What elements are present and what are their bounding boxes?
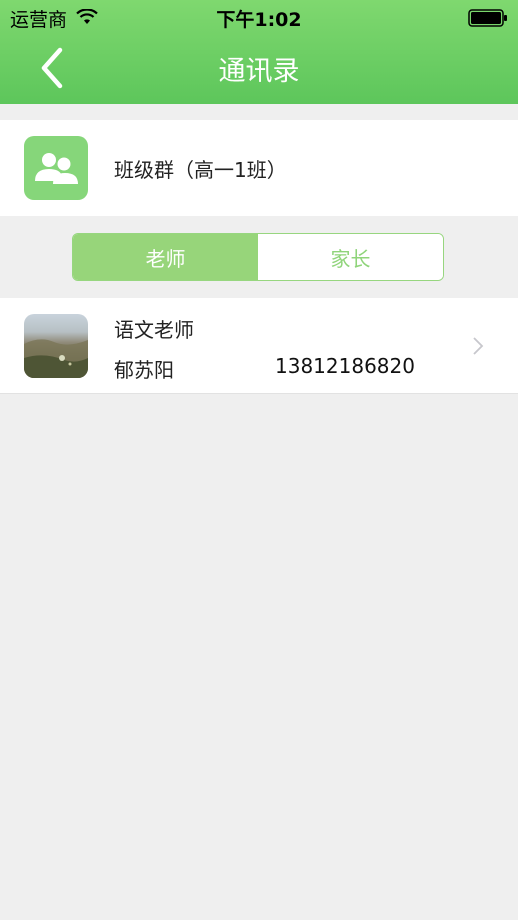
contact-row[interactable]: 语文老师 郁苏阳 13812186820 bbox=[0, 298, 518, 394]
chevron-right-icon bbox=[472, 336, 484, 360]
contact-name: 郁苏阳 bbox=[114, 358, 174, 382]
role-segmented-control: 老师 家长 bbox=[72, 233, 444, 281]
contact-role: 语文老师 bbox=[114, 318, 194, 342]
contact-phone: 13812186820 bbox=[275, 354, 415, 378]
clock: 下午1:02 bbox=[216, 9, 302, 31]
navigation-header: 运营商 下午1:02 通讯录 bbox=[0, 0, 518, 104]
tab-teachers[interactable]: 老师 bbox=[73, 234, 258, 280]
tab-parents[interactable]: 家长 bbox=[258, 234, 443, 280]
group-users-icon bbox=[24, 136, 88, 200]
contact-avatar bbox=[24, 314, 88, 378]
group-label: 班级群（高一1班） bbox=[114, 158, 287, 182]
page-title: 通讯录 bbox=[218, 56, 300, 87]
battery-icon bbox=[468, 9, 508, 32]
class-group-row[interactable]: 班级群（高一1班） bbox=[0, 120, 518, 216]
status-bar: 运营商 下午1:02 bbox=[0, 0, 518, 34]
